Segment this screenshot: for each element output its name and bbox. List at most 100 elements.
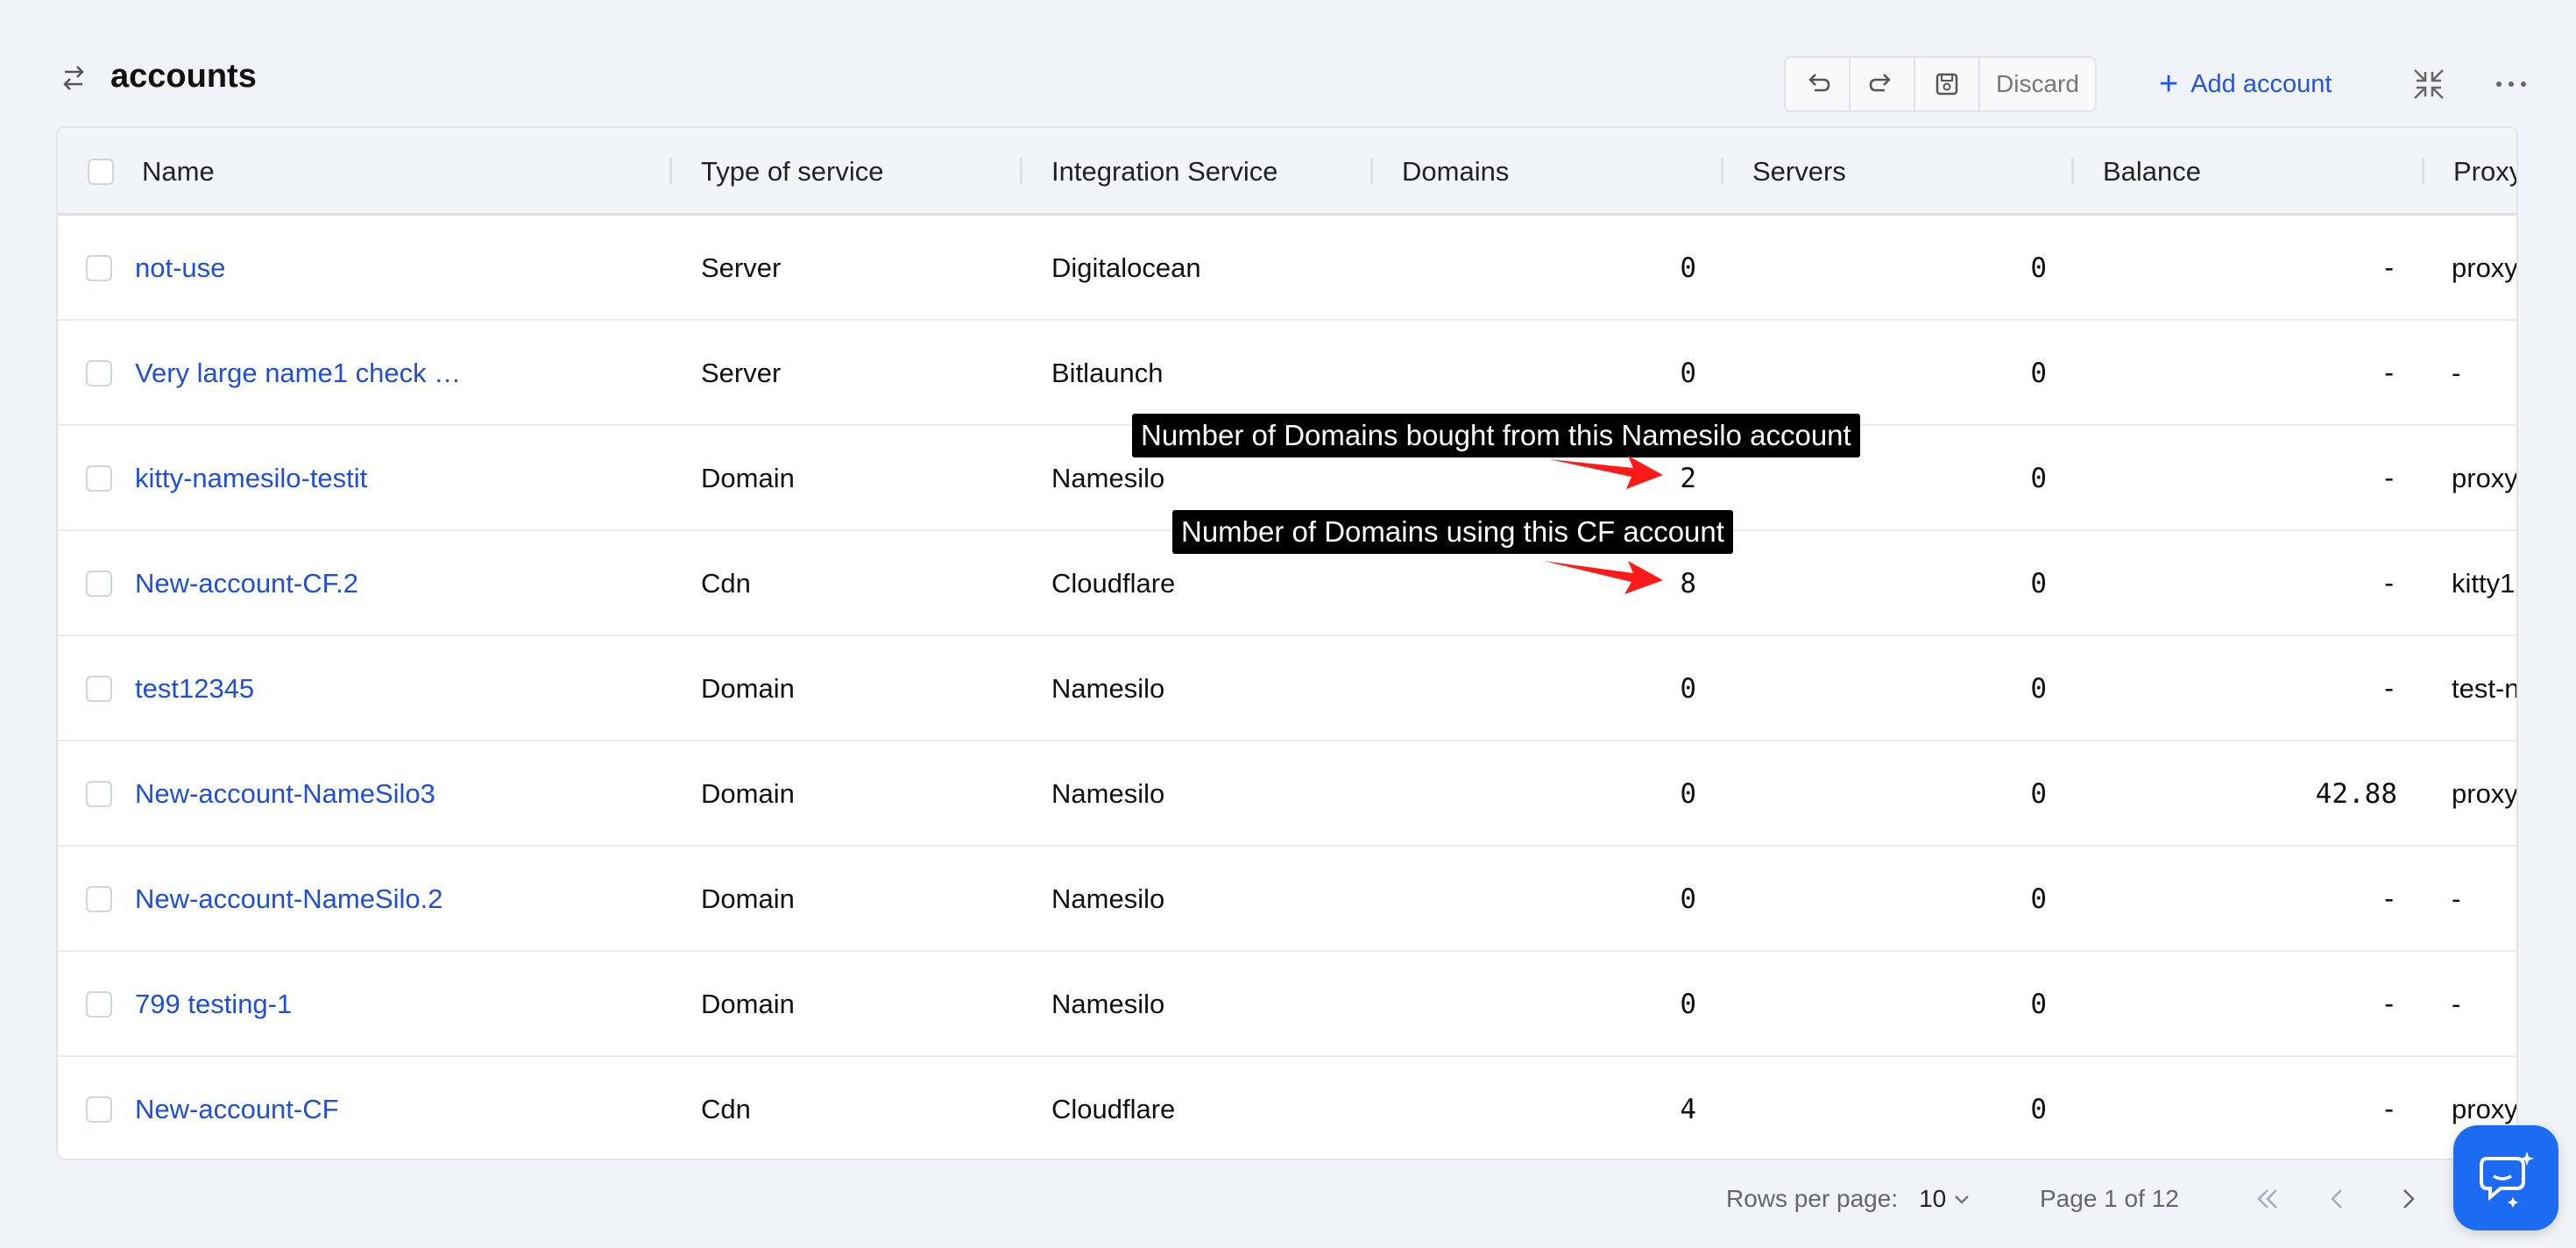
service-type-cell: Server xyxy=(701,358,782,388)
collapse-icon[interactable] xyxy=(2410,65,2448,103)
balance-cell: 42.88 xyxy=(2315,778,2397,810)
column-header-domains[interactable]: Domains xyxy=(1402,128,1509,216)
service-type-cell: Domain xyxy=(701,778,795,809)
more-icon[interactable] xyxy=(2492,68,2530,100)
domains-cell: 0 xyxy=(1680,883,1696,915)
account-name-link[interactable]: Very large name1 check … xyxy=(135,321,661,426)
domains-cell: 0 xyxy=(1680,673,1696,705)
row-checkbox[interactable] xyxy=(86,1096,112,1123)
table-header: Name Type of service Integration Service… xyxy=(58,128,2516,216)
integration-cell: Cloudflare xyxy=(1051,1094,1176,1124)
first-page-icon[interactable] xyxy=(2250,1181,2285,1216)
page-title: accounts xyxy=(110,58,257,95)
page-header: accounts Discard + Add account xyxy=(56,49,2526,119)
table-row[interactable]: test12345 Domain Namesilo 0 0 - test-n xyxy=(58,636,2516,741)
integration-cell: Namesilo xyxy=(1051,989,1165,1019)
proxy-cell: proxy xyxy=(2452,463,2518,493)
column-resize-handle[interactable] xyxy=(1020,158,1023,184)
table-row[interactable]: Very large name1 check … Server Bitlaunc… xyxy=(58,321,2516,426)
add-account-button[interactable]: + Add account xyxy=(2159,56,2332,112)
accounts-table: Name Type of service Integration Service… xyxy=(56,126,2518,1160)
servers-cell: 0 xyxy=(2030,1094,2047,1125)
rows-per-page-select[interactable]: 10 xyxy=(1919,1185,1946,1213)
table-row[interactable]: New-account-NameSilo.2 Domain Namesilo 0… xyxy=(58,847,2516,952)
account-name-link[interactable]: New-account-NameSilo.2 xyxy=(135,847,661,952)
table-row[interactable]: New-account-CF Cdn Cloudflare 4 0 - prox… xyxy=(58,1057,2516,1159)
column-resize-handle[interactable] xyxy=(2422,158,2424,184)
title-group: accounts xyxy=(56,58,257,96)
column-header-proxy[interactable]: Proxy xyxy=(2453,128,2516,216)
column-resize-handle[interactable] xyxy=(669,158,672,184)
service-type-cell: Server xyxy=(701,252,782,283)
annotation-arrow-icon xyxy=(1549,456,1663,489)
balance-cell: - xyxy=(2381,673,2397,705)
chat-icon xyxy=(2480,1152,2534,1208)
row-checkbox[interactable] xyxy=(86,255,112,281)
column-resize-handle[interactable] xyxy=(2071,158,2074,184)
table-row[interactable]: 799 testing-1 Domain Namesilo 0 0 - - xyxy=(58,952,2516,1057)
service-type-cell: Domain xyxy=(701,989,795,1019)
proxy-cell: kitty1 xyxy=(2452,568,2516,599)
row-checkbox[interactable] xyxy=(86,991,112,1018)
integration-cell: Namesilo xyxy=(1051,883,1165,914)
annotation-cf-domains: Number of Domains using this CF account xyxy=(1172,510,1733,554)
row-checkbox[interactable] xyxy=(86,571,112,597)
redo-icon xyxy=(1869,74,1891,92)
servers-cell: 0 xyxy=(2030,778,2047,810)
account-name-link[interactable]: kitty-namesilo-testit xyxy=(135,426,661,531)
account-name-link[interactable]: 799 testing-1 xyxy=(135,952,661,1057)
proxy-cell: - xyxy=(2452,989,2461,1019)
page-indicator: Page 1 of 12 xyxy=(2040,1185,2179,1212)
service-type-cell: Cdn xyxy=(701,568,751,599)
next-page-icon[interactable] xyxy=(2390,1181,2425,1216)
row-checkbox[interactable] xyxy=(86,676,112,702)
chat-support-button[interactable] xyxy=(2453,1125,2558,1230)
column-header-name[interactable]: Name xyxy=(142,128,215,216)
row-checkbox[interactable] xyxy=(86,886,112,912)
discard-button[interactable]: Discard xyxy=(1980,58,2095,110)
account-name-link[interactable]: not-use xyxy=(135,216,661,321)
column-resize-handle[interactable] xyxy=(1721,158,1723,184)
table-row[interactable]: not-use Server Digitalocean 0 0 - proxy xyxy=(58,216,2516,321)
domains-cell: 4 xyxy=(1680,1094,1696,1125)
undo-icon xyxy=(1808,74,1830,92)
column-header-integration[interactable]: Integration Service xyxy=(1051,128,1277,216)
redo-button[interactable] xyxy=(1851,58,1915,110)
proxy-cell: - xyxy=(2452,883,2461,914)
save-button[interactable] xyxy=(1915,58,1980,110)
servers-cell: 0 xyxy=(2030,568,2047,599)
balance-cell: - xyxy=(2381,1094,2397,1125)
balance-cell: - xyxy=(2381,463,2397,494)
annotation-namesilo-domains: Number of Domains bought from this Names… xyxy=(1132,414,1860,457)
row-checkbox[interactable] xyxy=(86,781,112,807)
column-resize-handle[interactable] xyxy=(1370,158,1373,184)
account-name-link[interactable]: New-account-NameSilo3 xyxy=(135,741,661,847)
balance-cell: - xyxy=(2381,358,2397,389)
table-row[interactable]: New-account-NameSilo3 Domain Namesilo 0 … xyxy=(58,741,2516,847)
balance-cell: - xyxy=(2381,568,2397,599)
row-checkbox[interactable] xyxy=(86,465,112,492)
save-icon xyxy=(1936,73,1958,96)
row-checkbox[interactable] xyxy=(86,360,112,386)
select-all-checkbox[interactable] xyxy=(88,159,114,185)
balance-cell: - xyxy=(2381,989,2397,1020)
undo-button[interactable] xyxy=(1786,58,1851,110)
account-name-link[interactable]: test12345 xyxy=(135,636,661,741)
servers-cell: 0 xyxy=(2030,252,2047,284)
annotation-arrow-icon xyxy=(1544,561,1663,594)
chevron-down-icon[interactable] xyxy=(1951,1188,1972,1209)
account-name-link[interactable]: New-account-CF.2 xyxy=(135,531,661,636)
servers-cell: 0 xyxy=(2030,463,2047,494)
domains-cell: 0 xyxy=(1680,358,1696,389)
column-header-servers[interactable]: Servers xyxy=(1752,128,1846,216)
integration-cell: Bitlaunch xyxy=(1051,358,1164,388)
proxy-cell: - xyxy=(2452,358,2461,388)
proxy-cell: proxy xyxy=(2452,778,2518,809)
integration-cell: Digitalocean xyxy=(1051,252,1201,283)
domains-cell: 0 xyxy=(1680,778,1696,810)
prev-page-icon[interactable] xyxy=(2320,1181,2355,1216)
account-name-link[interactable]: New-account-CF xyxy=(135,1057,661,1159)
integration-cell: Namesilo xyxy=(1051,673,1165,704)
column-header-type[interactable]: Type of service xyxy=(701,128,883,216)
column-header-balance[interactable]: Balance xyxy=(2103,128,2201,216)
